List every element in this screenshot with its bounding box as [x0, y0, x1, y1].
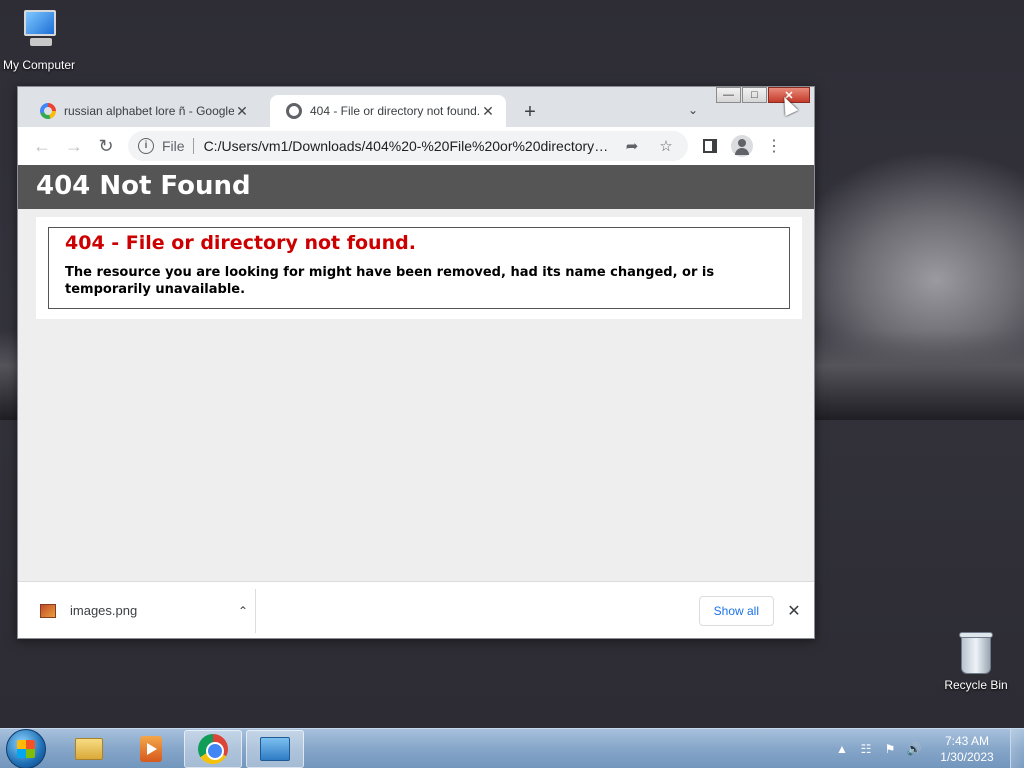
taskbar-explorer[interactable]	[60, 730, 118, 768]
desktop-icon-recycle-bin[interactable]: Recycle Bin	[938, 630, 1014, 692]
error-box: 404 - File or directory not found. The r…	[48, 227, 790, 309]
recycle-bin-icon	[959, 630, 993, 674]
page-viewport: 404 Not Found 404 - File or directory no…	[18, 165, 814, 581]
side-panel-button[interactable]	[694, 130, 726, 162]
back-button[interactable]: ←	[26, 130, 58, 162]
side-panel-icon	[703, 139, 717, 153]
show-all-button[interactable]: Show all	[698, 595, 774, 626]
network-icon[interactable]: ☷	[857, 742, 875, 756]
volume-icon[interactable]: 🔊	[905, 742, 923, 756]
desktop-icon-my-computer[interactable]: My Computer	[0, 8, 78, 72]
error-title: 404 - File or directory not found.	[65, 232, 416, 254]
new-tab-button[interactable]: +	[518, 101, 542, 124]
taskbar: ▲ ☷ ⚑ 🔊 7:43 AM 1/30/2023	[0, 728, 1024, 768]
tab-close-icon[interactable]: ✕	[480, 103, 496, 119]
tab-google-search[interactable]: russian alphabet lore ñ - Google ✕	[24, 95, 260, 127]
taskbar-chrome[interactable]	[184, 729, 242, 768]
info-icon[interactable]: i	[138, 138, 154, 154]
start-button[interactable]	[6, 728, 46, 768]
download-shelf: images.png ⌃ Show all ✕	[18, 581, 814, 638]
close-shelf-icon[interactable]: ✕	[782, 601, 806, 621]
forward-button[interactable]: →	[58, 130, 90, 162]
taskbar-media-player[interactable]	[122, 730, 180, 768]
maximize-button[interactable]: □	[742, 87, 767, 103]
image-file-icon	[40, 603, 56, 618]
download-item[interactable]: images.png ⌃	[18, 588, 256, 633]
reload-button[interactable]: ↻	[90, 130, 122, 162]
profile-icon	[731, 135, 753, 157]
error-message: The resource you are looking for might h…	[65, 265, 715, 297]
download-file-name: images.png	[70, 603, 138, 618]
media-player-icon	[140, 735, 162, 762]
windows-logo-icon	[17, 739, 35, 758]
folder-icon	[75, 737, 103, 760]
address-url[interactable]: C:/Users/vm1/Downloads/404%20-%20File%20…	[204, 138, 610, 154]
tab-title: 404 - File or directory not found.	[310, 104, 480, 118]
control-panel-icon	[260, 736, 290, 761]
browser-toolbar: ← → ↻ i File C:/Users/vm1/Downloads/404%…	[18, 127, 814, 165]
share-icon[interactable]: ➦	[620, 137, 644, 155]
browser-window: — □ ✕ russian alphabet lore ñ - Google ✕…	[17, 86, 815, 639]
window-caption-buttons: — □ ✕	[716, 87, 810, 103]
tab-search-chevron-icon[interactable]: ⌄	[688, 103, 698, 117]
address-bar[interactable]: i File C:/Users/vm1/Downloads/404%20-%20…	[128, 131, 688, 161]
show-desktop-button[interactable]	[1010, 728, 1024, 768]
chevron-up-icon[interactable]: ⌃	[231, 604, 255, 618]
chrome-icon	[198, 733, 228, 764]
clock[interactable]: 7:43 AM 1/30/2023	[930, 733, 1004, 765]
menu-kebab-icon[interactable]: ⋮	[758, 130, 790, 162]
system-tray: ▲ ☷ ⚑ 🔊 7:43 AM 1/30/2023	[830, 728, 1024, 768]
desktop-icon-label: My Computer	[2, 58, 76, 72]
clock-time: 7:43 AM	[944, 733, 990, 748]
page-content: 404 - File or directory not found. The r…	[36, 217, 802, 319]
address-scheme: File	[162, 138, 194, 154]
profile-button[interactable]	[726, 130, 758, 162]
desktop-icon-label: Recycle Bin	[944, 678, 1008, 692]
action-center-flag-icon[interactable]: ⚑	[881, 742, 899, 756]
google-icon	[40, 103, 56, 119]
computer-icon	[16, 8, 62, 54]
clock-date: 1/30/2023	[940, 749, 994, 764]
taskbar-control-panel[interactable]	[246, 729, 304, 768]
tab-404-page[interactable]: 404 - File or directory not found. ✕	[270, 95, 506, 127]
minimize-button[interactable]: —	[716, 87, 741, 103]
show-hidden-icons-icon[interactable]: ▲	[833, 742, 851, 756]
tab-close-icon[interactable]: ✕	[234, 103, 250, 119]
page-header: 404 Not Found	[18, 165, 814, 209]
tab-title: russian alphabet lore ñ - Google	[64, 104, 234, 118]
tab-strip: russian alphabet lore ñ - Google ✕ 404 -…	[18, 95, 814, 127]
bookmark-star-icon[interactable]: ☆	[654, 137, 678, 155]
globe-icon	[286, 103, 302, 119]
